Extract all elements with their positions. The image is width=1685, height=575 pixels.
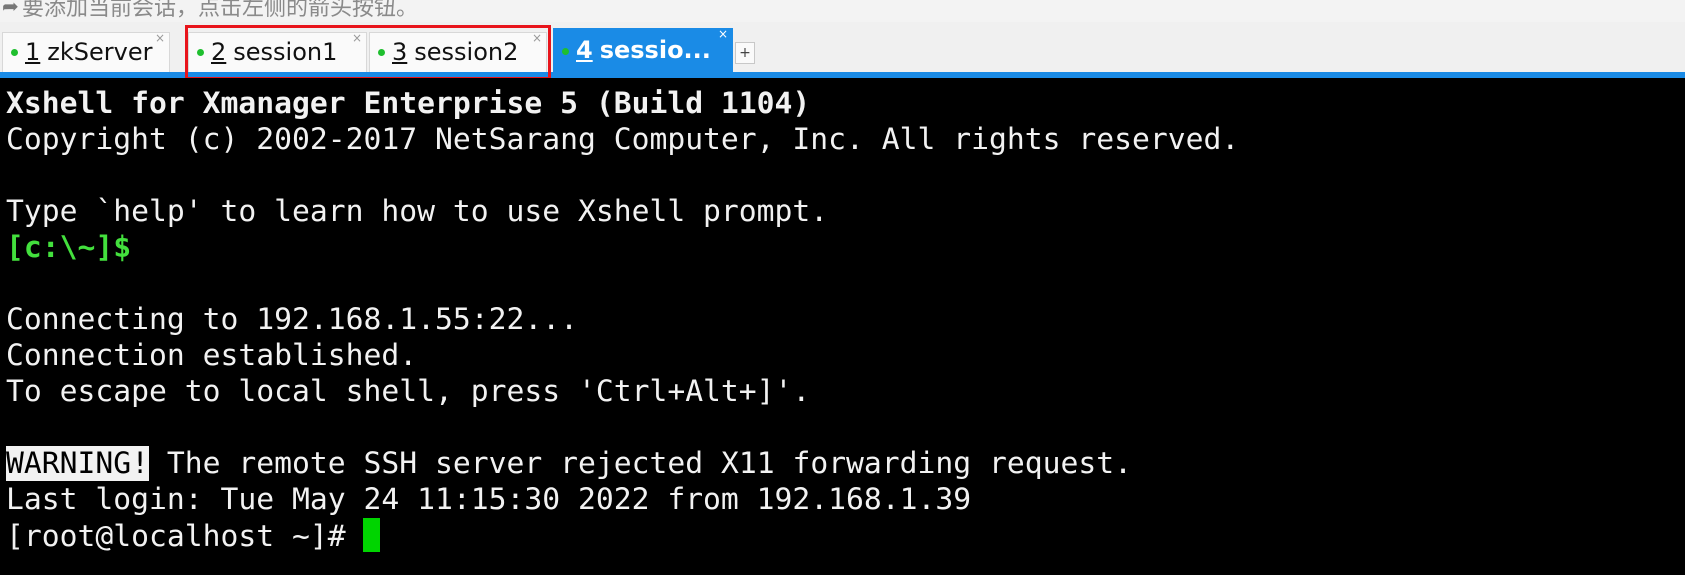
- tab-session1[interactable]: 2 session1 ×: [188, 31, 367, 72]
- text-cursor: [363, 518, 381, 552]
- arrow-icon[interactable]: ➦: [2, 0, 19, 18]
- terminal-copyright: Copyright (c) 2002-2017 NetSarang Comput…: [6, 122, 1240, 157]
- terminal-connecting: Connecting to 192.168.1.55:22...: [6, 302, 578, 337]
- add-tab-button[interactable]: +: [735, 42, 755, 64]
- terminal-banner: Xshell for Xmanager Enterprise 5 (Build …: [6, 86, 811, 121]
- terminal-escape: To escape to local shell, press 'Ctrl+Al…: [6, 374, 811, 409]
- tab-number: 4: [576, 36, 593, 64]
- terminal-output[interactable]: Xshell for Xmanager Enterprise 5 (Build …: [0, 78, 1685, 575]
- terminal-established: Connection established.: [6, 338, 418, 373]
- remote-prompt: [root@localhost ~]#: [6, 519, 364, 554]
- warning-text: The remote SSH server rejected X11 forwa…: [149, 446, 1133, 481]
- tab-label: session2: [414, 38, 519, 66]
- close-icon[interactable]: ×: [532, 31, 542, 45]
- tab-session2[interactable]: 3 session2 ×: [369, 31, 547, 72]
- tab-number: 2: [211, 38, 227, 66]
- terminal-help: Type `help' to learn how to use Xshell p…: [6, 194, 829, 229]
- terminal-warning-line: WARNING! The remote SSH server rejected …: [6, 446, 1132, 482]
- tab-label: sessio...: [599, 36, 711, 64]
- tab-label: session1: [233, 38, 338, 66]
- status-dot-icon: [197, 49, 204, 56]
- hint-text: 要添加当前会话，点击左侧的箭头按钮。: [22, 0, 419, 21]
- close-icon[interactable]: ×: [155, 31, 165, 45]
- tab-zkserver[interactable]: 1 zkServer ×: [2, 31, 170, 72]
- tab-session-active[interactable]: 4 sessio... ×: [553, 27, 733, 72]
- tab-number: 3: [392, 38, 408, 66]
- local-prompt: [c:\~]$: [6, 230, 132, 265]
- remote-prompt-line[interactable]: [root@localhost ~]#: [6, 518, 381, 555]
- status-dot-icon: [378, 49, 385, 56]
- warning-badge: WARNING!: [6, 446, 149, 481]
- terminal-last-login: Last login: Tue May 24 11:15:30 2022 fro…: [6, 482, 972, 517]
- status-dot-icon: [562, 48, 569, 55]
- session-tab-bar: 1 zkServer × 2 session1 × 3 session2 × 4 ses…: [0, 22, 1685, 78]
- tab-label: zkServer: [47, 38, 153, 66]
- tab-number: 1: [25, 38, 41, 66]
- close-icon[interactable]: ×: [718, 27, 728, 41]
- hint-bar: ➦ 要添加当前会话，点击左侧的箭头按钮。: [0, 0, 1685, 22]
- status-dot-icon: [11, 49, 18, 56]
- close-icon[interactable]: ×: [352, 31, 362, 45]
